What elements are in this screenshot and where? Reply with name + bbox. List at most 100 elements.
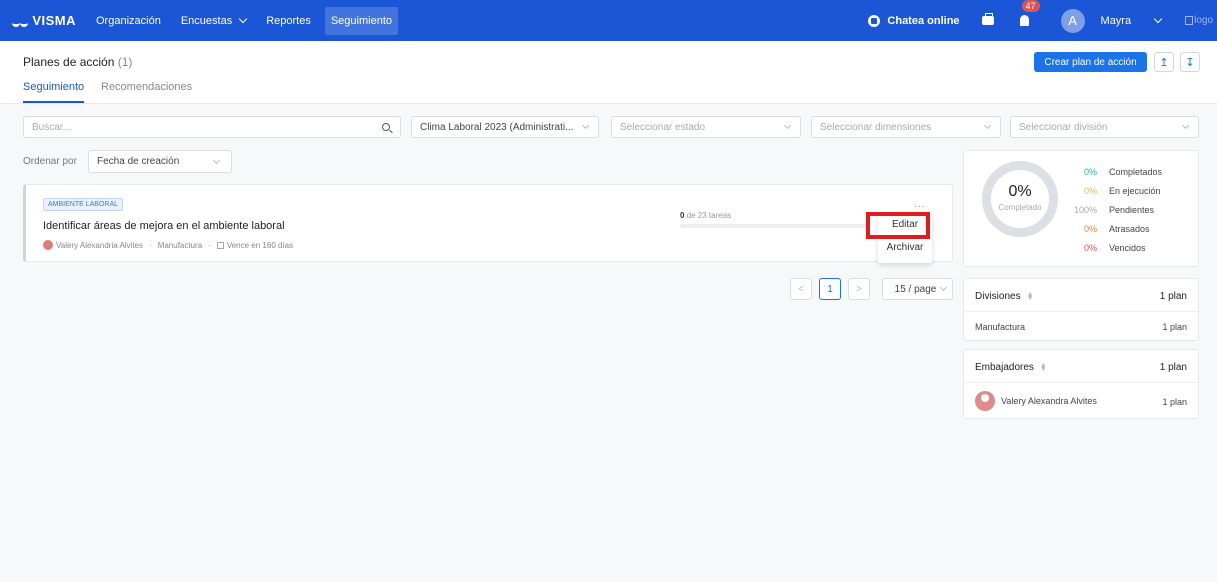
- nav-encuestas[interactable]: Encuestas: [175, 7, 252, 35]
- username[interactable]: Mayra: [1101, 15, 1132, 27]
- chevron-down-icon: [238, 14, 248, 24]
- page-title-text: Planes de acción: [23, 55, 115, 69]
- top-nav: VISMA Organización Encuestas Reportes Se…: [0, 0, 1217, 41]
- legend-label: Vencidos: [1109, 243, 1146, 253]
- legend-vencidos: 0% Vencidos: [1064, 243, 1146, 253]
- task-progress: 0 de 23 tareas: [680, 211, 731, 220]
- divider: [964, 382, 1198, 383]
- sort-select-value: Fecha de creación: [97, 156, 180, 167]
- completion-donut: 0% Completado: [982, 161, 1058, 237]
- logo-alt-text: logo: [1194, 15, 1213, 26]
- tab-recomendaciones[interactable]: Recomendaciones: [101, 81, 192, 101]
- legend-value: 0%: [1083, 167, 1097, 177]
- calendar-icon: [216, 241, 224, 249]
- legend-pendientes: 100% Pendientes: [1064, 205, 1154, 215]
- legend-label: Atrasados: [1109, 224, 1150, 234]
- legend-value: 0%: [1083, 243, 1097, 253]
- brand-name: VISMA: [32, 13, 76, 28]
- legend-value: 0%: [1083, 224, 1097, 234]
- legend-completados: 0% Completados: [1064, 167, 1162, 177]
- prev-page-button[interactable]: <: [790, 278, 812, 300]
- search-input[interactable]: Buscar...: [23, 116, 401, 138]
- broken-image-icon: [1185, 16, 1194, 25]
- notifications-button[interactable]: 47: [1019, 0, 1040, 26]
- chevron-down-icon: [1181, 121, 1190, 130]
- sort-label: Ordenar por: [23, 156, 77, 167]
- legend-label: Completados: [1109, 167, 1163, 177]
- editar-highlight-box: [866, 212, 930, 239]
- page-header: Planes de acción (1) Seguimiento Recomen…: [0, 41, 1217, 104]
- division-row-value: 1 plan: [1162, 322, 1187, 332]
- avatar[interactable]: A: [1060, 8, 1085, 33]
- chevron-down-icon[interactable]: [1153, 14, 1163, 24]
- sort-select[interactable]: Fecha de creación: [88, 150, 232, 173]
- chat-icon: [868, 14, 881, 27]
- brand-logo[interactable]: VISMA: [12, 13, 76, 28]
- plan-tag: AMBIENTE LABORAL: [43, 198, 124, 211]
- sort-icon: ▲ ▼: [1039, 361, 1047, 373]
- chevron-down-icon: [212, 156, 221, 164]
- plan-card[interactable]: AMBIENTE LABORAL Identificar áreas de me…: [23, 184, 953, 262]
- completion-percent: 0%: [1008, 183, 1032, 200]
- divider: [964, 311, 1198, 312]
- owner-avatar: [43, 240, 53, 250]
- ambassadors-panel: Embajadores ▲ ▼ 1 plan Valery Alexandra A…: [963, 349, 1199, 419]
- nav-reportes[interactable]: Reportes: [260, 7, 317, 35]
- divisions-header[interactable]: Divisiones ▲ ▼: [975, 290, 1034, 303]
- next-page-button[interactable]: >: [848, 278, 870, 300]
- legend-en-ejecucion: 0% En ejecución: [1064, 186, 1161, 196]
- chat-label: Chatea online: [887, 14, 960, 27]
- download-icon[interactable]: ↧: [1180, 52, 1200, 72]
- nav-seguimiento-label: Seguimiento: [330, 14, 392, 27]
- plan-title[interactable]: Identificar áreas de mejora en el ambien…: [43, 220, 285, 232]
- chevron-down-icon: [983, 121, 992, 130]
- divisions-panel: Divisiones ▲ ▼ 1 plan Manufactura 1 plan: [963, 278, 1199, 341]
- bell-icon: [1019, 15, 1029, 26]
- divisions-title: Divisiones: [975, 291, 1021, 302]
- separator-dot: ·: [149, 240, 152, 250]
- nav-organizacion[interactable]: Organización: [90, 7, 167, 35]
- search-placeholder: Buscar...: [32, 121, 71, 133]
- upload-icon[interactable]: ↥: [1154, 52, 1174, 72]
- survey-select[interactable]: Clima Laboral 2023 (Administrati...: [411, 116, 599, 138]
- tab-seguimiento[interactable]: Seguimiento: [23, 81, 85, 103]
- page-1-button[interactable]: 1: [819, 278, 841, 300]
- nav-seguimiento[interactable]: Seguimiento: [324, 6, 398, 35]
- legend-label: En ejecución: [1109, 186, 1161, 196]
- division-select[interactable]: Seleccionar división: [1010, 116, 1199, 138]
- more-options-icon[interactable]: ...: [914, 199, 925, 210]
- sort-icon: ▲ ▼: [1026, 290, 1034, 302]
- survey-select-value: Clima Laboral 2023 (Administrati...: [420, 121, 574, 133]
- plan-owner: Valery Alexandria Alvites: [56, 240, 144, 250]
- search-icon: [382, 123, 390, 131]
- create-plan-button[interactable]: Crear plan de acción: [1034, 52, 1147, 72]
- done-tasks-count: 0: [680, 211, 685, 220]
- status-select-placeholder: Seleccionar estado: [620, 121, 706, 133]
- plan-due-date: Vence en 160 días: [226, 240, 294, 250]
- chevron-down-icon: [581, 121, 590, 130]
- ambassadors-title: Embajadores: [975, 362, 1034, 373]
- division-select-placeholder: Seleccionar división: [1019, 121, 1108, 133]
- tasks-total: de 23 tareas: [686, 211, 732, 220]
- task-progress-bar: [680, 224, 870, 228]
- plan-meta: Valery Alexandria Alvites · Manufactura …: [43, 240, 293, 250]
- ambassador-name: Valery Alexandra Alvites: [1001, 396, 1097, 406]
- status-select[interactable]: Seleccionar estado: [611, 116, 801, 138]
- dimensions-select[interactable]: Seleccionar dimensiones: [811, 116, 1001, 138]
- ambassadors-total: 1 plan: [1159, 362, 1187, 373]
- chat-online-button[interactable]: Chatea online: [868, 14, 960, 27]
- nav-reportes-label: Reportes: [266, 14, 311, 27]
- legend-label: Pendientes: [1109, 205, 1155, 215]
- menu-item-archivar[interactable]: Archivar: [878, 242, 932, 253]
- ambassadors-header[interactable]: Embajadores ▲ ▼: [975, 361, 1047, 374]
- plan-division: Manufactura: [157, 240, 203, 250]
- division-row-name: Manufactura: [975, 322, 1026, 332]
- legend-atrasados: 0% Atrasados: [1064, 224, 1150, 234]
- ambassador-row-value: 1 plan: [1162, 397, 1187, 407]
- dimensions-select-placeholder: Seleccionar dimensiones: [820, 121, 932, 133]
- visma-logo-icon: [12, 16, 29, 27]
- chevron-down-icon: [940, 283, 948, 292]
- completion-label: Completado: [998, 203, 1042, 212]
- briefcase-icon[interactable]: [981, 13, 994, 25]
- page-size-select[interactable]: 15 / page: [882, 278, 953, 300]
